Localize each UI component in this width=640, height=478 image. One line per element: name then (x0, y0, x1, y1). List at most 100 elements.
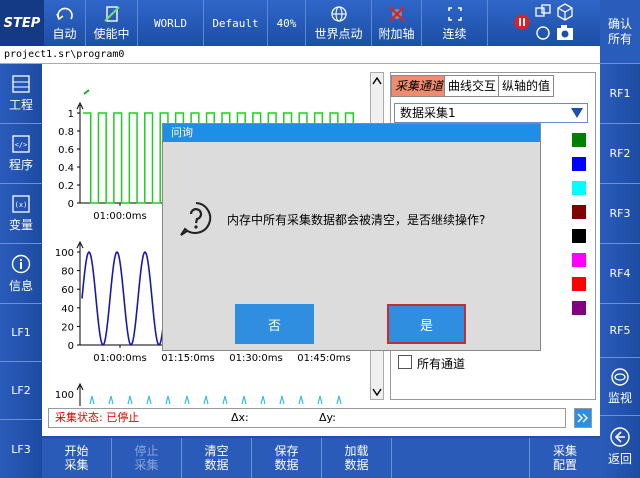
signal-peak (279, 395, 285, 405)
monitor-button[interactable]: 监视 (600, 358, 640, 416)
no-button[interactable]: 否 (235, 304, 314, 344)
yes-label: 是 (419, 318, 433, 334)
lf3-button[interactable]: LF3 (0, 420, 42, 478)
lf1-button[interactable]: LF1 (0, 304, 42, 362)
sidebar-item-variables[interactable]: (x) 变量 (0, 184, 42, 244)
y-tick-label: 0.4 (58, 163, 74, 174)
globe-icon (330, 5, 347, 22)
third-signal-chart: 100 (55, 382, 342, 406)
speed-button[interactable]: 40% (268, 0, 306, 46)
speed-label: 40% (276, 16, 297, 30)
legend-color-swatch (572, 133, 586, 147)
rf2-button[interactable]: RF2 (600, 124, 640, 184)
project-list-icon (12, 74, 30, 93)
double-chevron-right-icon (577, 413, 588, 423)
camera-icon[interactable] (556, 25, 574, 41)
delta-y-label: Δy: (319, 411, 336, 424)
pause-icon[interactable] (514, 14, 530, 30)
confirm-all-label: 确认 所有 (607, 16, 632, 46)
y-tick-label: 60 (61, 285, 74, 296)
lf2-button[interactable]: LF2 (0, 362, 42, 420)
coord-system-label: WORLD (153, 16, 188, 30)
sidebar-item-info[interactable]: 信息 (0, 244, 42, 304)
tab-channels[interactable]: 采集通道 (391, 75, 448, 97)
x-tick-label: 01:30:0ms (229, 353, 283, 364)
y-tick-label: 80 (61, 267, 74, 278)
tab-label: 曲线交互 (448, 79, 497, 93)
auto-mode-button[interactable]: 自动 (44, 0, 86, 46)
acquisition-config-label: 采集 配置 (552, 444, 577, 472)
sidebar-item-label: 变量 (8, 217, 33, 232)
legend-color-swatch (572, 229, 586, 243)
code-file-icon: </> (12, 134, 30, 153)
signal-peak (222, 395, 228, 405)
rf2-label: RF2 (609, 147, 631, 160)
y-tick-label: 0 (68, 341, 74, 352)
world-jog-button[interactable]: 世界点动 (306, 0, 372, 46)
aux-axis-label: 附加轴 (378, 26, 415, 41)
signal-peak (260, 395, 266, 405)
lf2-label: LF2 (11, 384, 31, 397)
monitor-label: 监视 (607, 390, 632, 405)
acquisition-config-button[interactable]: 采集 配置 (530, 438, 600, 478)
all-channels-checkbox[interactable] (398, 355, 412, 369)
clear-data-button[interactable]: 清空 数据 (182, 438, 252, 478)
lf3-label: LF3 (11, 442, 31, 456)
sidebar-item-program[interactable]: </> 程序 (0, 124, 42, 184)
x-tick-label: 01:45:0ms (297, 353, 351, 364)
start-acquisition-button[interactable]: 开始 采集 (42, 438, 112, 478)
right-sidebar: 确认 所有 RF1 RF2 RF3 RF4 RF5 监视 返回 (600, 0, 640, 478)
y-tick-label: 40 (61, 304, 74, 315)
back-button[interactable]: 返回 (600, 416, 640, 478)
y-tick-label: 0.8 (58, 127, 74, 138)
rf3-button[interactable]: RF3 (600, 184, 640, 244)
stop-acquisition-button[interactable]: 停止 采集 (112, 438, 182, 478)
rf5-button[interactable]: RF5 (600, 304, 640, 358)
legend-color-swatch (572, 253, 586, 267)
acquisition-select[interactable]: 数据采集1 (394, 103, 588, 123)
scroll-down-icon[interactable] (371, 385, 383, 399)
analog-series-line (81, 250, 167, 347)
continuous-button[interactable]: 连续 (422, 0, 488, 46)
clear-data-label: 清空 数据 (204, 444, 229, 472)
sidebar-item-label: 信息 (8, 278, 33, 293)
signal-peak (298, 395, 304, 405)
eye-icon (611, 367, 629, 386)
tool-select-label: Default (212, 16, 259, 30)
signal-peak (165, 395, 171, 405)
signal-peak (241, 395, 247, 405)
info-icon (11, 254, 31, 273)
refresh-icon (536, 26, 550, 40)
expand-button[interactable] (574, 408, 592, 428)
y-tick-label: 20 (61, 322, 74, 333)
rf1-button[interactable]: RF1 (600, 64, 640, 124)
yes-button[interactable]: 是 (387, 304, 466, 344)
tool-select-button[interactable]: Default (204, 0, 268, 46)
enable-button[interactable]: 使能中 (86, 0, 138, 46)
coord-system-button[interactable]: WORLD (138, 0, 204, 46)
auto-cycle-icon (55, 7, 73, 20)
y-tick-label: 0.6 (58, 145, 74, 156)
step-mode-label: STEP (0, 0, 44, 46)
rf4-button[interactable]: RF4 (600, 244, 640, 304)
legend-color-swatch (572, 205, 586, 219)
signal-peak (108, 395, 114, 405)
signal-peak (146, 395, 152, 405)
program-path: project1.sr\program0 (0, 46, 600, 64)
status-icons-area (488, 0, 600, 46)
back-arrow-icon (610, 427, 630, 447)
acquisition-status: 采集状态: 已停止 (55, 411, 140, 424)
confirm-all-button[interactable]: 确认 所有 (600, 0, 640, 64)
tab-curve-interaction[interactable]: 曲线交互 (444, 75, 501, 97)
stop-acquisition-label: 停止 采集 (134, 444, 159, 472)
enable-icon (103, 5, 120, 22)
load-data-button[interactable]: 加载 数据 (322, 438, 392, 478)
sidebar-item-project[interactable]: 工程 (0, 64, 42, 124)
dropdown-arrow-icon (571, 108, 583, 118)
save-data-button[interactable]: 保存 数据 (252, 438, 322, 478)
tab-y-axis-values[interactable]: 纵轴的值 (498, 75, 555, 97)
scroll-up-icon[interactable] (371, 74, 383, 88)
all-channels-label: 所有通道 (417, 357, 466, 371)
signal-peak (89, 395, 95, 405)
aux-axis-button[interactable]: 附加轴 (372, 0, 422, 46)
